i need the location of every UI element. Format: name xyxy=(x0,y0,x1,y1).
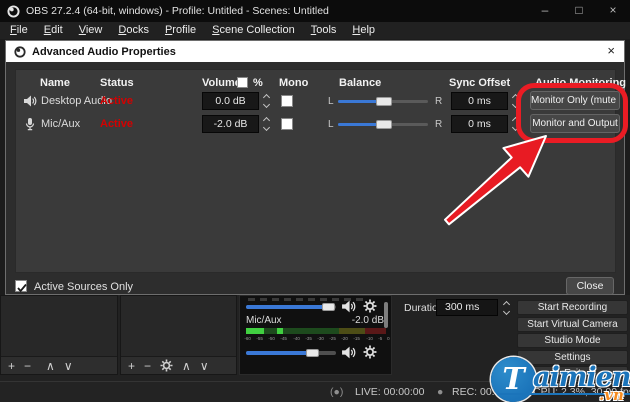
volume-percent-checkbox[interactable] xyxy=(237,77,248,88)
live-timer: LIVE: 00:00:00 xyxy=(355,386,425,398)
column-header-volume: Volume xyxy=(202,77,241,89)
menu-bar: File Edit View Docks Profile Scene Colle… xyxy=(0,22,630,39)
balance-slider[interactable] xyxy=(338,120,428,129)
menu-tools[interactable]: Tools xyxy=(303,22,345,39)
dialog-close-icon[interactable]: × xyxy=(607,41,615,62)
mic-aux-level-meter xyxy=(246,328,386,334)
remove-source-button[interactable]: − xyxy=(144,358,151,374)
source-name: Mic/Aux xyxy=(41,118,81,130)
add-scene-button[interactable]: + xyxy=(8,358,15,374)
mixer-source-label: Mic/Aux xyxy=(246,315,282,326)
menu-scene-collection[interactable]: Scene Collection xyxy=(204,22,303,39)
source-properties-gear-icon[interactable] xyxy=(160,359,173,372)
menu-edit[interactable]: Edit xyxy=(36,22,71,39)
close-button[interactable]: × xyxy=(596,0,630,22)
dialog-title: Advanced Audio Properties xyxy=(32,45,176,58)
menu-file[interactable]: File xyxy=(2,22,36,39)
scenes-dock: + − ∧ ∨ xyxy=(0,295,118,375)
volume-spinner-buttons[interactable] xyxy=(260,92,273,110)
sources-toolbar: + − ∧ ∨ xyxy=(121,356,236,374)
start-virtual-camera-button[interactable]: Start Virtual Camera xyxy=(517,317,628,332)
desktop-audio-volume-slider[interactable] xyxy=(246,303,336,311)
source-status: Active xyxy=(100,118,134,130)
menu-docks[interactable]: Docks xyxy=(110,22,157,39)
desktop-audio-gear-icon[interactable] xyxy=(363,299,377,313)
desktop-audio-mute-speaker-icon[interactable] xyxy=(341,299,356,314)
watermark-initial: T xyxy=(502,362,525,397)
balance-slider-handle[interactable] xyxy=(376,120,392,129)
scene-up-button[interactable]: ∧ xyxy=(46,358,55,374)
microphone-icon xyxy=(25,118,35,131)
mic-aux-gear-icon[interactable] xyxy=(363,345,377,359)
advanced-audio-properties-dialog: Advanced Audio Properties × Name Status … xyxy=(5,40,626,295)
meter-scale-ticks: -60 -55 -50 -45 -40 -35 -30 -25 -20 -15 -10 -5 0 xyxy=(244,336,390,342)
window-titlebar: OBS 27.2.4 (64-bit, windows) - Profile: … xyxy=(0,0,630,22)
volume-input[interactable]: 0.0 dB xyxy=(202,92,259,110)
rec-dot-icon: ● xyxy=(437,386,444,398)
column-header-name: Name xyxy=(40,77,70,89)
column-header-status: Status xyxy=(100,77,134,89)
maximize-button[interactable]: □ xyxy=(562,0,596,22)
mic-aux-mute-speaker-icon[interactable] xyxy=(341,345,356,360)
balance-slider[interactable] xyxy=(338,97,428,106)
dialog-close-button[interactable]: Close xyxy=(566,277,614,295)
balance-right-label: R xyxy=(435,119,443,130)
menu-help[interactable]: Help xyxy=(344,22,383,39)
obs-logo-icon xyxy=(7,4,20,18)
mono-checkbox[interactable] xyxy=(281,118,293,130)
remove-scene-button[interactable]: − xyxy=(24,358,31,374)
mic-aux-volume-slider[interactable] xyxy=(246,349,336,357)
scenes-toolbar: + − ∧ ∨ xyxy=(1,356,117,374)
minimize-button[interactable]: – xyxy=(528,0,562,22)
mixer-source-db: -2.0 dB xyxy=(351,315,384,326)
mixer-scrollbar[interactable] xyxy=(384,302,388,328)
column-header-mono: Mono xyxy=(279,77,309,89)
dialog-titlebar: Advanced Audio Properties × xyxy=(6,41,624,62)
balance-left-label: L xyxy=(328,119,334,130)
meter-level-segment xyxy=(246,328,264,334)
audio-mixer-dock: Mic/Aux -2.0 dB -60 -55 -50 -45 -40 -35 -30 -25… xyxy=(239,295,392,375)
balance-slider-handle[interactable] xyxy=(376,97,392,106)
source-down-button[interactable]: ∨ xyxy=(200,358,209,374)
meter-level-segment xyxy=(277,328,283,334)
checkmark-icon xyxy=(17,283,27,293)
source-up-button[interactable]: ∧ xyxy=(182,358,191,374)
watermark-logo: T xyxy=(491,357,536,402)
column-header-percent: % xyxy=(253,77,263,89)
volume-spinner-buttons[interactable] xyxy=(260,115,273,133)
sources-dock: + − ∧ ∨ xyxy=(120,295,237,375)
sync-offset-input[interactable]: 0 ms xyxy=(451,92,508,110)
duration-input[interactable]: 300 ms xyxy=(436,299,498,316)
menu-view[interactable]: View xyxy=(71,22,111,39)
live-signal-icon: (●) xyxy=(330,386,344,398)
watermark-tld: .vn xyxy=(599,386,624,402)
menu-profile[interactable]: Profile xyxy=(157,22,204,39)
duration-spinner-buttons[interactable] xyxy=(500,299,513,316)
obs-logo-icon xyxy=(14,45,26,58)
window-title: OBS 27.2.4 (64-bit, windows) - Profile: … xyxy=(26,5,329,17)
scene-down-button[interactable]: ∨ xyxy=(64,358,73,374)
active-sources-only-checkbox[interactable] xyxy=(15,280,27,293)
balance-left-label: L xyxy=(328,96,334,107)
column-header-balance: Balance xyxy=(339,77,382,89)
obs-window: OBS 27.2.4 (64-bit, windows) - Profile: … xyxy=(0,0,630,402)
studio-mode-button[interactable]: Studio Mode xyxy=(517,333,628,348)
sync-offset-input[interactable]: 0 ms xyxy=(451,115,508,133)
source-status: Active xyxy=(100,95,134,107)
mono-checkbox[interactable] xyxy=(281,95,293,107)
column-header-sync-offset: Sync Offset xyxy=(449,77,511,89)
active-sources-only-label: Active Sources Only xyxy=(34,281,134,293)
add-source-button[interactable]: + xyxy=(128,358,135,374)
annotation-highlight-box xyxy=(516,83,628,143)
start-recording-button[interactable]: Start Recording xyxy=(517,300,628,315)
speaker-icon xyxy=(24,95,37,107)
balance-right-label: R xyxy=(435,96,443,107)
volume-input[interactable]: -2.0 dB xyxy=(202,115,259,133)
